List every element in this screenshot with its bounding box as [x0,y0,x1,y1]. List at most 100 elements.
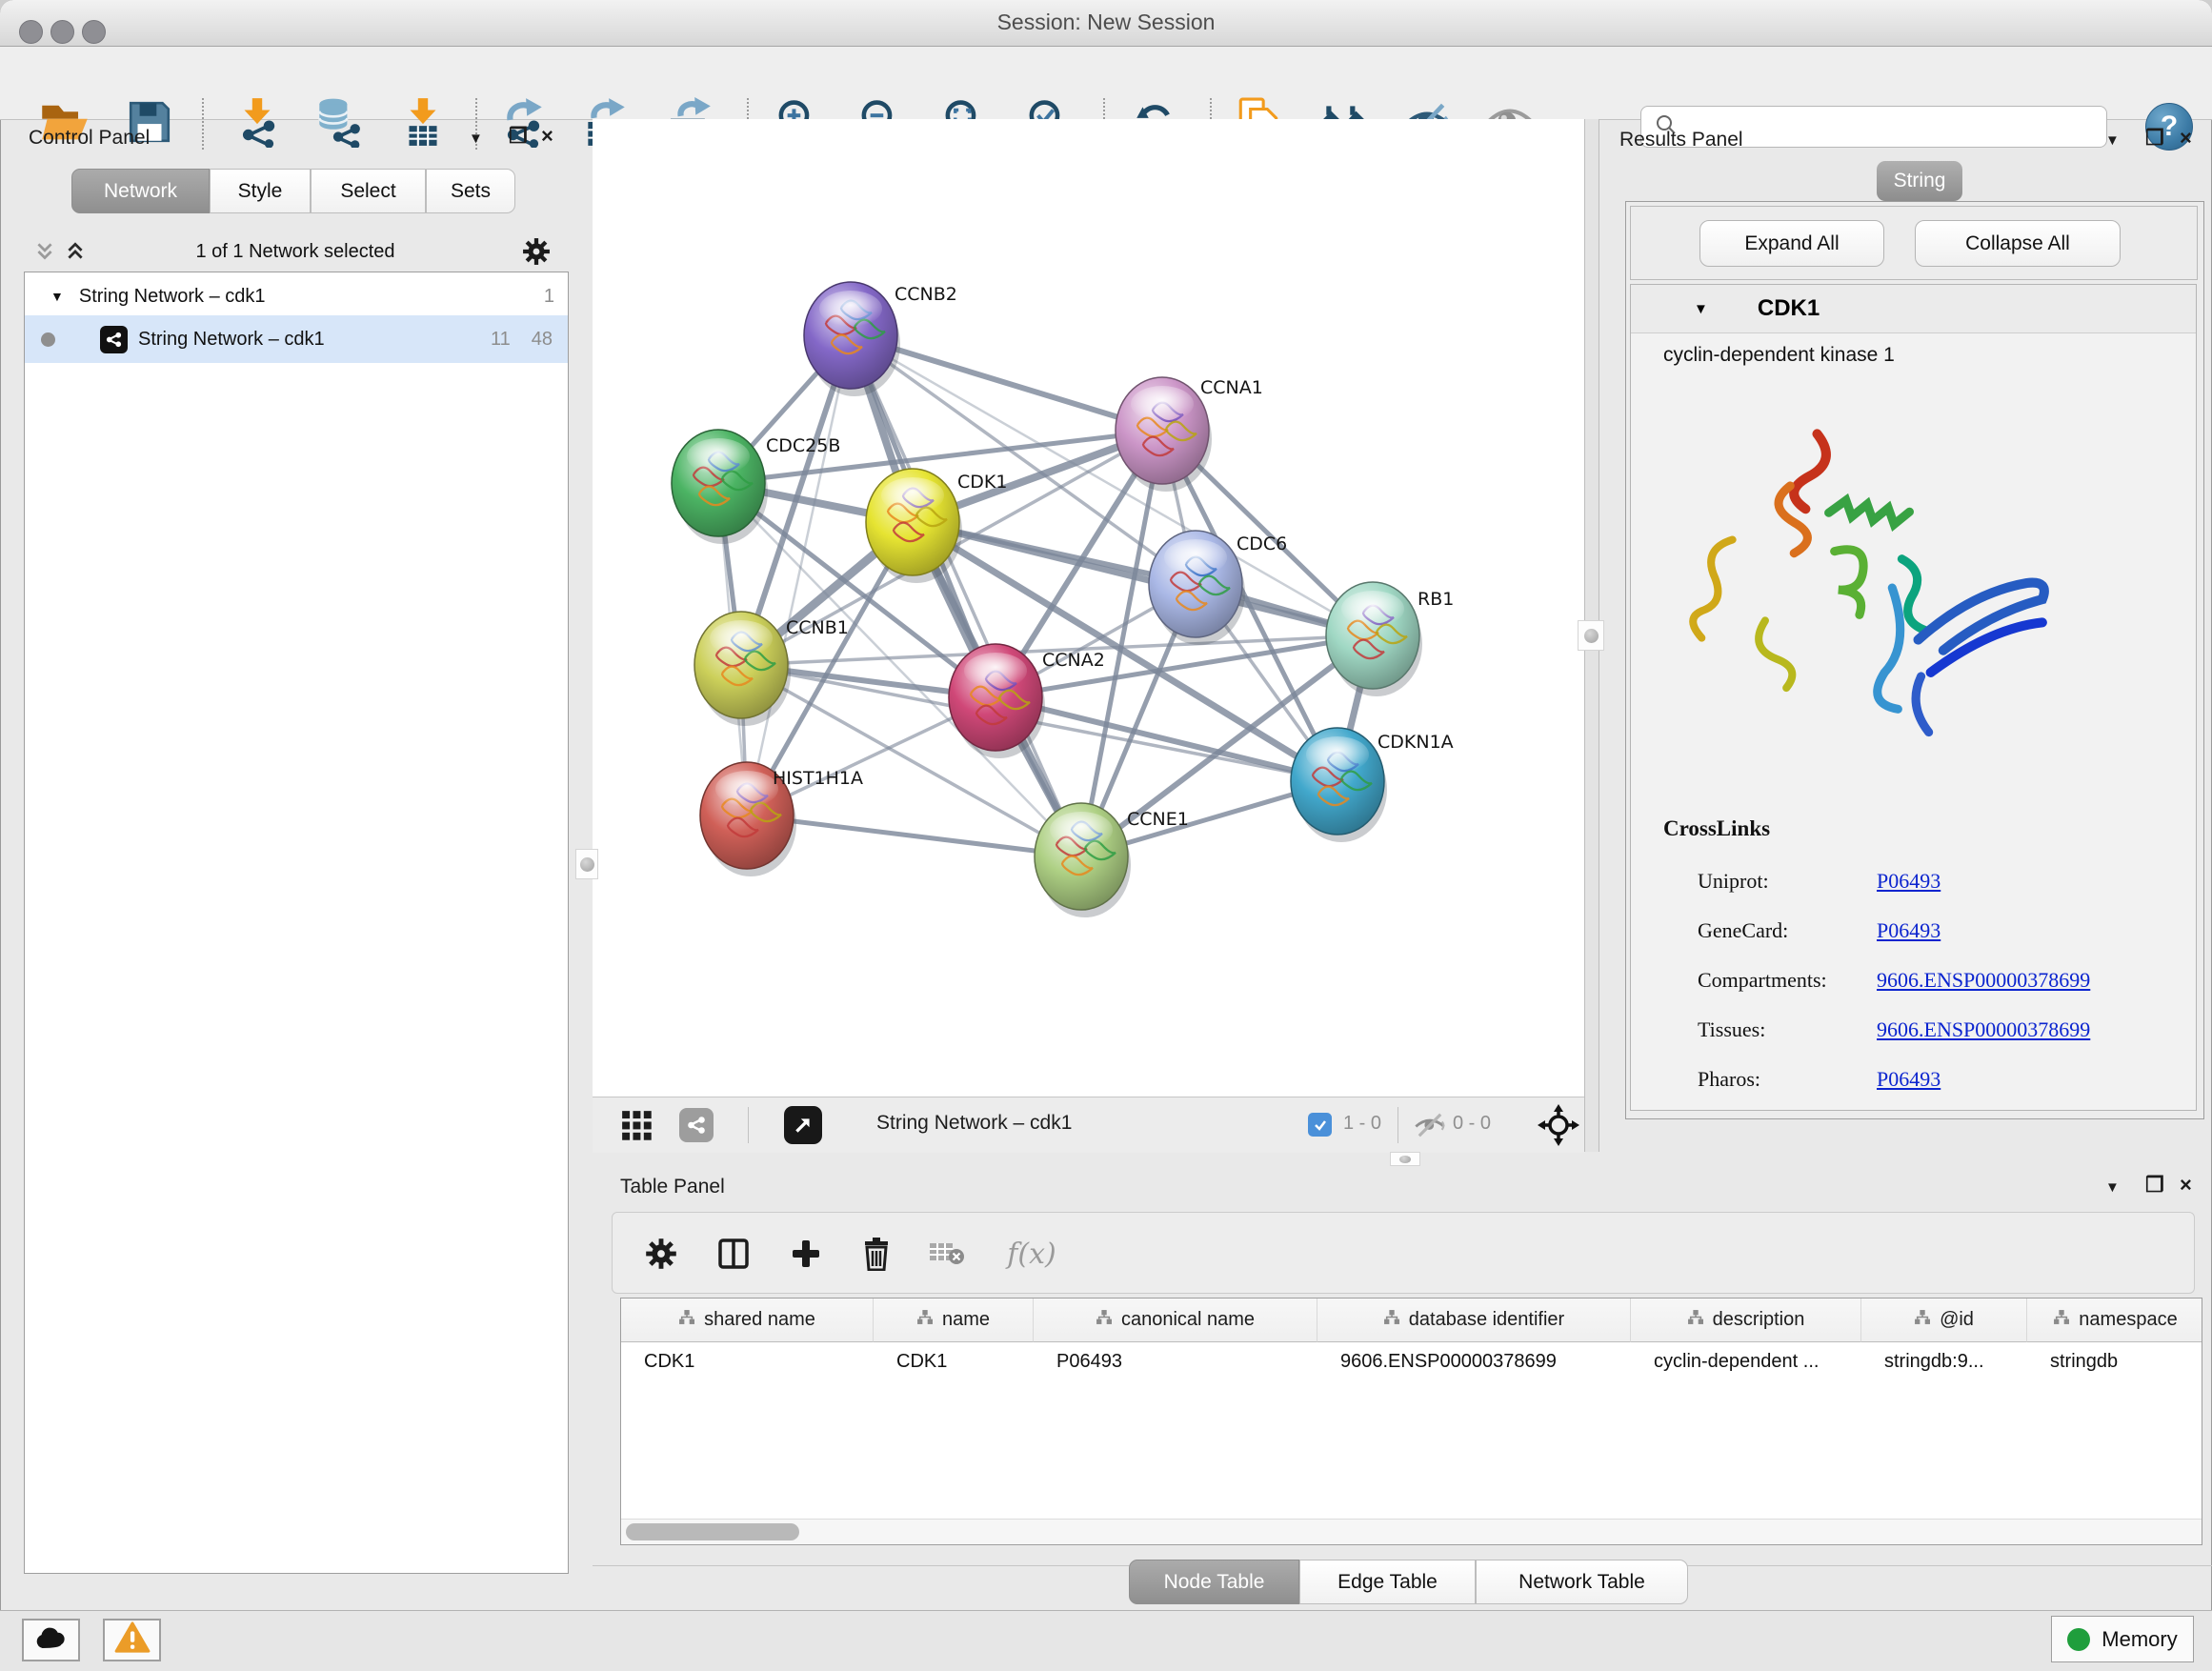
network-node-CDC25B[interactable]: CDC25B [672,430,840,544]
add-column-plus-icon[interactable] [784,1232,828,1276]
protein-section-header[interactable]: ▼ CDK1 [1631,285,2196,333]
network-node-HIST1H1A[interactable]: HIST1H1A [700,762,863,876]
function-builder-fx[interactable]: f(x) [994,1232,1070,1276]
network-collection-label: String Network – cdk1 [79,286,266,308]
table-panel-float-button[interactable]: ❒ [2145,1175,2164,1196]
delete-column-trash-icon[interactable] [855,1232,898,1276]
hierarchy-icon [1914,1309,1930,1331]
results-panel-menu-caret[interactable]: ▼ [2105,132,2120,149]
protein-name: CDK1 [1758,295,1820,322]
memory-label: Memory [2101,1627,2177,1652]
column-header-canonical-name[interactable]: canonical name [1034,1299,1317,1342]
edge-HIST1H1A-CCNE1[interactable] [747,815,1081,856]
tab-edge-table[interactable]: Edge Table [1299,1560,1476,1604]
crosslink-link[interactable]: 9606.ENSP00000378699 [1877,956,2090,1005]
control-panel-close-button[interactable]: × [541,126,553,147]
network-node-CCNA1[interactable]: CCNA1 [1116,377,1263,492]
collapse-all-button[interactable]: Collapse All [1915,220,2121,267]
tab-select[interactable]: Select [311,169,426,213]
table-cell[interactable]: cyclin-dependent ... [1631,1342,1861,1380]
hierarchy-icon [1687,1309,1703,1331]
table-panel-close-button[interactable]: × [2180,1175,2192,1196]
network-canvas[interactable]: CCNB2 CCNA1 CDC25B CDK1 CDC6 RB1 CCNB1 CCNA2 CDK… [593,119,1584,1097]
results-panel-float-button[interactable]: ❒ [2145,128,2164,149]
network-node-CDC6[interactable]: CDC6 [1149,531,1287,645]
network-row-selected[interactable]: String Network – cdk1 11 48 [25,315,568,363]
network-node-CCNE1[interactable]: CCNE1 [1035,803,1189,917]
column-header--id[interactable]: @id [1861,1299,2027,1342]
cloud-icon [33,1625,70,1656]
column-label: shared name [704,1309,815,1331]
column-header-database-identifier[interactable]: database identifier [1317,1299,1631,1342]
crosslink-link[interactable]: P06493 [1877,906,1941,956]
table-settings-gear-icon[interactable] [639,1232,683,1276]
netbar-divider [748,1107,749,1143]
tab-network-table[interactable]: Network Table [1476,1560,1688,1604]
share-view-icon[interactable] [679,1108,714,1142]
hidden-counts: 0 - 0 [1453,1113,1491,1135]
results-panel-close-button[interactable]: × [2180,128,2192,149]
warning-triangle-icon [114,1621,151,1659]
window-title: Session: New Session [0,10,2212,35]
table-cell[interactable]: P06493 [1034,1342,1317,1380]
column-header-shared-name[interactable]: shared name [621,1299,874,1342]
network-node-RB1[interactable]: RB1 [1326,582,1454,696]
table-cell[interactable]: CDK1 [621,1342,874,1380]
hierarchy-icon [678,1309,694,1331]
control-panel: Control Panel ▼ ❒ × NetworkStyleSelectSe… [8,119,583,1586]
tab-network[interactable]: Network [71,169,210,213]
title-bar: Session: New Session [0,0,2212,47]
crosslink-link[interactable]: P06493 [1877,856,1941,906]
table-cell[interactable]: 9606.ENSP00000378699 [1317,1342,1631,1380]
crosslink-link[interactable]: P06493 [1877,1055,1941,1104]
network-node-CCNB2[interactable]: CCNB2 [804,282,957,396]
cloud-status-button[interactable] [22,1619,80,1661]
column-header-description[interactable]: description [1631,1299,1861,1342]
expand-all-button[interactable]: Expand All [1699,220,1884,267]
network-view-title: String Network – cdk1 [876,1112,1072,1135]
table-cell[interactable]: stringdb:9... [1861,1342,2027,1380]
node-label-CDK1: CDK1 [957,472,1007,493]
tab-string[interactable]: String [1877,161,1962,201]
network-node-CCNB1[interactable]: CCNB1 [694,612,849,726]
crosslink-row: Pharos:P06493 [1631,1055,2196,1104]
network-node-CCNA2[interactable]: CCNA2 [949,644,1105,758]
crosslink-link[interactable]: 9606.ENSP00000378699 [1877,1005,2090,1055]
crosslink-label: Compartments: [1698,968,1827,992]
node-label-CCNB2: CCNB2 [895,284,957,305]
selected-checkbox-icon[interactable] [1308,1113,1332,1137]
network-node-CDKN1A[interactable]: CDKN1A [1291,728,1454,842]
node-label-CCNB1: CCNB1 [786,617,849,638]
protein-section: ▼ CDK1 cyclin-dependent kinase 1 [1630,284,2197,1111]
tab-node-table[interactable]: Node Table [1129,1560,1299,1604]
table-scrollbar-thumb[interactable] [626,1523,799,1540]
tab-style[interactable]: Style [210,169,311,213]
column-header-namespace[interactable]: namespace [2027,1299,2202,1342]
tree-expand-caret-icon[interactable]: ▼ [50,289,64,304]
control-panel-menu-caret[interactable]: ▼ [469,131,483,147]
show-columns-icon[interactable] [712,1232,755,1276]
table-cell[interactable]: stringdb [2027,1342,2202,1380]
network-collection-row[interactable]: ▼ String Network – cdk1 1 [25,275,568,317]
delete-table-icon[interactable] [925,1232,969,1276]
warning-status-button[interactable] [103,1619,161,1661]
edge-CCNB2-CCNE1[interactable] [851,335,1081,856]
table-horizontal-scrollbar [621,1519,2202,1544]
tab-sets[interactable]: Sets [426,169,515,213]
table-panel-menu-caret[interactable]: ▼ [2105,1179,2120,1196]
crosslink-row: Tissues:9606.ENSP00000378699 [1631,1005,2196,1055]
column-header-name[interactable]: name [874,1299,1034,1342]
protein-collapse-caret-icon[interactable]: ▼ [1694,301,1708,317]
table-panel-title: Table Panel [620,1176,725,1198]
main-toolbar: ? [0,47,2212,120]
network-options-gear-icon[interactable] [522,237,551,271]
table-cell[interactable]: CDK1 [874,1342,1034,1380]
memory-button[interactable]: Memory [2051,1616,2194,1662]
hidden-eye-slash-icon[interactable] [1413,1112,1447,1143]
birds-eye-view-icon[interactable] [784,1106,822,1144]
grid-view-icon[interactable] [621,1110,654,1147]
crosshair-icon[interactable] [1538,1104,1579,1151]
left-splitter-handle[interactable] [575,849,598,879]
current-network-dot-icon [41,332,55,347]
control-panel-float-button[interactable]: ❒ [509,126,528,147]
